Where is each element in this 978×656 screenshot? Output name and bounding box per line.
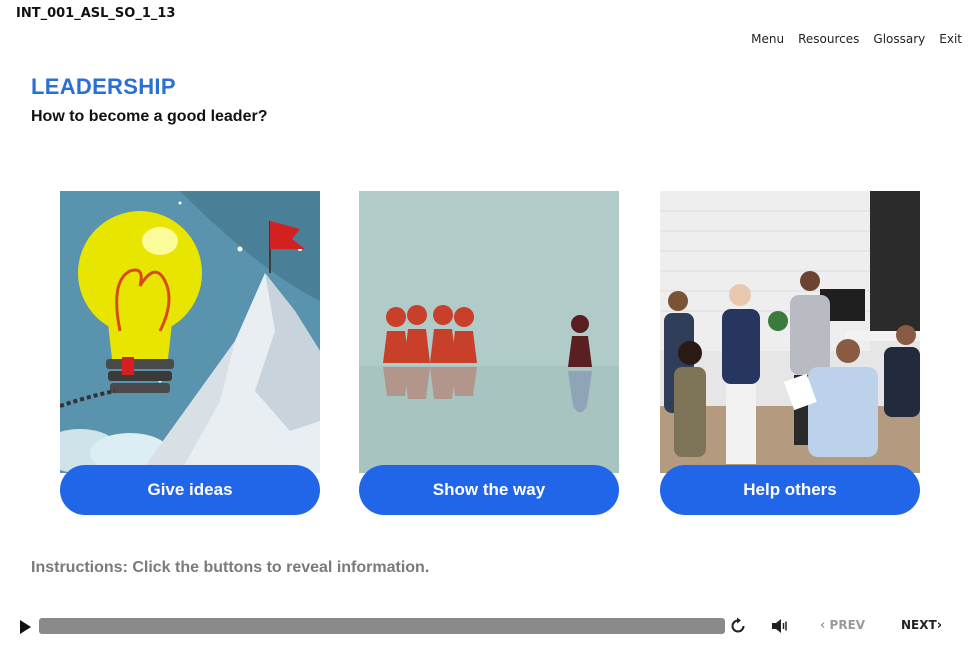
resources-link[interactable]: Resources (798, 32, 859, 46)
glossary-link[interactable]: Glossary (873, 32, 925, 46)
chevron-right-icon: › (936, 618, 943, 633)
play-icon[interactable] (20, 620, 31, 634)
help-others-button[interactable]: Help others (660, 465, 920, 515)
card-give-ideas: Give ideas (60, 191, 320, 516)
replay-icon[interactable] (729, 617, 747, 640)
instructions-text: Instructions: Click the buttons to revea… (31, 559, 430, 576)
page-subtitle: How to become a good leader? (31, 108, 268, 125)
lightbulb-balloon-image (60, 191, 320, 473)
media-player-bar: ‹ PREV NEXT› (0, 612, 978, 642)
prev-button[interactable]: ‹ PREV (820, 618, 865, 633)
card-show-the-way: Show the way (359, 191, 619, 516)
pawns-image (359, 191, 619, 473)
page-title: LEADERSHIP (31, 74, 176, 99)
progress-bar[interactable] (39, 618, 725, 634)
give-ideas-button[interactable]: Give ideas (60, 465, 320, 515)
volume-icon[interactable] (771, 618, 789, 639)
team-meeting-image (660, 191, 920, 473)
menu-link[interactable]: Menu (751, 32, 784, 46)
prev-label: PREV (829, 618, 866, 632)
chevron-left-icon: ‹ (820, 618, 826, 633)
top-navigation: Menu Resources Glossary Exit (751, 32, 962, 46)
show-the-way-button[interactable]: Show the way (359, 465, 619, 515)
exit-link[interactable]: Exit (939, 32, 962, 46)
next-button[interactable]: NEXT› (901, 618, 942, 633)
course-id: INT_001_ASL_SO_1_13 (16, 6, 176, 21)
card-help-others: Help others (660, 191, 920, 516)
next-label: NEXT (901, 618, 937, 632)
